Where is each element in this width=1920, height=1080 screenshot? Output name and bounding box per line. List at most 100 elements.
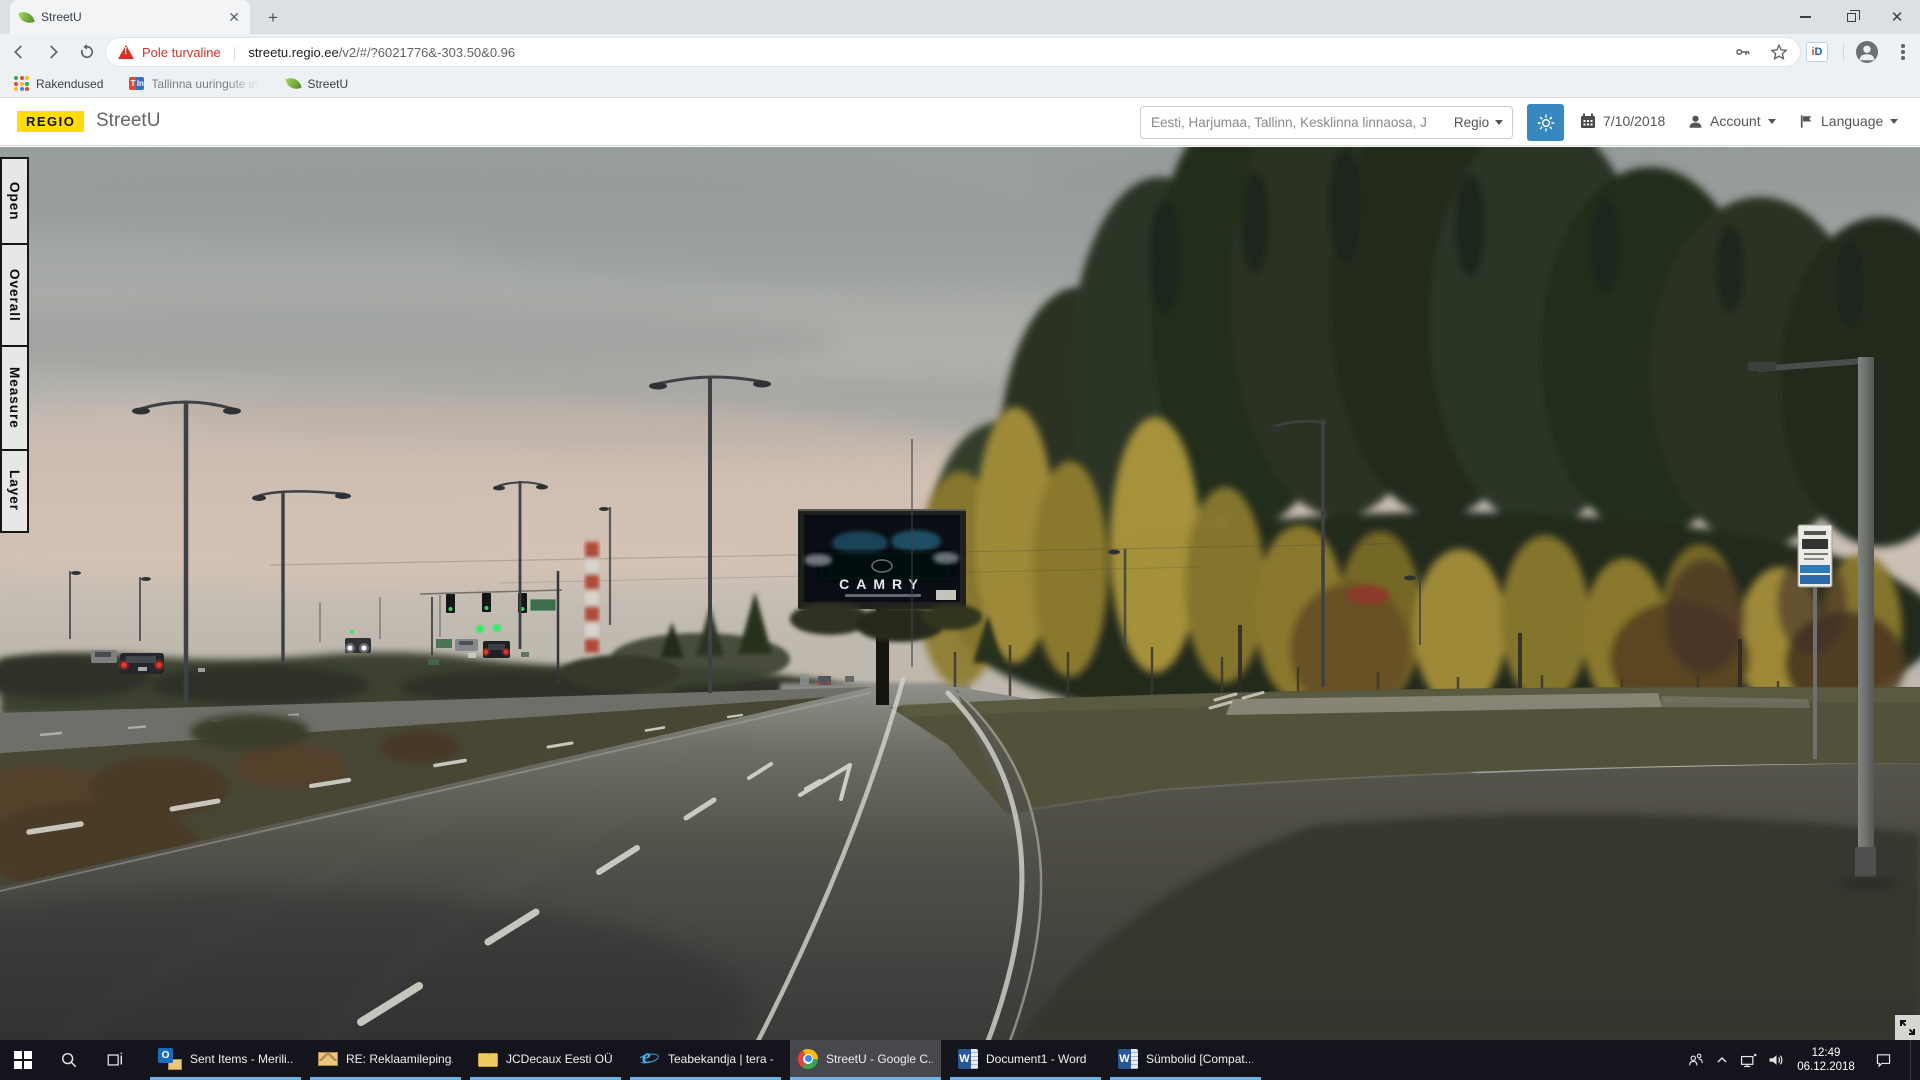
account-person-icon	[1688, 114, 1703, 129]
search-provider-button[interactable]: Regio	[1445, 106, 1513, 139]
url-separator: |	[233, 44, 237, 60]
window-restore-button[interactable]	[1828, 0, 1874, 34]
browser-menu-button[interactable]	[1893, 41, 1913, 63]
internet-explorer-icon: e	[638, 1049, 660, 1069]
url-path: /v2/#/?6021776&-303.50&0.96	[339, 45, 515, 60]
regio-logo[interactable]: REGIO	[17, 111, 84, 132]
word-icon: W	[958, 1049, 978, 1069]
language-label: Language	[1821, 113, 1883, 129]
browser-tab-streetu[interactable]: StreetU ✕	[10, 0, 250, 34]
reload-button[interactable]	[72, 37, 102, 67]
forward-icon	[44, 43, 62, 61]
tab-measure[interactable]: Measure	[0, 345, 29, 451]
taskbar-app-chrome[interactable]: StreetU - Google C...	[790, 1040, 941, 1080]
tab-open[interactable]: Open	[0, 157, 29, 245]
search-input[interactable]	[1140, 106, 1446, 139]
tab-close-icon[interactable]: ✕	[228, 10, 240, 24]
tab-overall[interactable]: Overall	[0, 243, 29, 347]
action-center-icon[interactable]	[1874, 1051, 1893, 1069]
taskbar-app-ie[interactable]: e Teabekandja | tera -...	[630, 1040, 781, 1080]
taskbar-apps: O Sent Items - Merili.... RE: Reklaamile…	[150, 1040, 1261, 1080]
calendar-icon	[1580, 113, 1596, 129]
window-controls: ✕	[1782, 0, 1920, 34]
bookmarks-bar: Rakendused Tln Tallinna uuringute inf St…	[0, 70, 1920, 98]
bookmark-label: Rakendused	[36, 77, 103, 91]
browser-toolbar: Pole turvaline | streetu.regio.ee/v2/#/?…	[0, 34, 1920, 70]
back-button[interactable]	[4, 37, 34, 67]
windows-logo-icon	[14, 1051, 32, 1069]
password-key-icon[interactable]	[1734, 43, 1752, 61]
reload-icon	[78, 43, 96, 61]
person-icon	[1856, 41, 1878, 63]
chevron-down-icon	[1768, 119, 1776, 124]
window-minimize-button[interactable]	[1782, 0, 1828, 34]
back-icon	[10, 43, 28, 61]
chrome-icon	[798, 1049, 818, 1069]
daylight-toggle-button[interactable]	[1527, 104, 1564, 141]
chevron-down-icon	[1890, 119, 1898, 124]
expand-icon	[1899, 1019, 1916, 1036]
folder-icon	[478, 1053, 498, 1067]
map-tool-tabs: Open Overall Measure Layer	[0, 159, 29, 533]
bookmark-tallinn[interactable]: Tln Tallinna uuringute inf	[129, 77, 261, 91]
tab-title: StreetU	[41, 10, 220, 24]
tray-time: 12:49	[1795, 1046, 1857, 1060]
account-menu[interactable]: Account	[1688, 113, 1776, 129]
billboard-tagline	[845, 594, 921, 597]
security-warning-icon[interactable]	[118, 45, 134, 59]
leaf-icon	[286, 75, 302, 91]
app-header: REGIO StreetU Regio	[0, 99, 1920, 146]
bookmark-label: Tallinna uuringute inf	[151, 77, 261, 91]
bookmark-star-icon[interactable]	[1770, 43, 1788, 61]
tallinn-icon: Tln	[129, 77, 144, 90]
profile-avatar[interactable]	[1856, 41, 1878, 63]
striped-marker-pole	[585, 542, 599, 668]
tray-date: 06.12.2018	[1795, 1060, 1857, 1074]
sun-icon	[1536, 113, 1556, 133]
network-icon[interactable]	[1739, 1051, 1758, 1069]
page-title: StreetU	[96, 110, 160, 132]
road-sign-green	[530, 599, 556, 611]
taskbar-clock[interactable]: 12:49 06.12.2018	[1795, 1046, 1857, 1074]
search-icon	[60, 1051, 78, 1069]
date-value: 7/10/2018	[1603, 113, 1665, 129]
apps-grid-icon	[14, 76, 29, 91]
language-menu[interactable]: Language	[1800, 113, 1898, 129]
taskbar-app-word1[interactable]: W Document1 - Word	[950, 1040, 1101, 1080]
chevron-down-icon	[1495, 120, 1503, 125]
forward-button[interactable]	[38, 37, 68, 67]
fullscreen-button[interactable]	[1895, 1015, 1920, 1040]
taskbar-app-folder[interactable]: JCDecaux Eesti OÜ-...	[470, 1040, 621, 1080]
speaker-icon[interactable]	[1767, 1051, 1786, 1069]
taskbar-app-mail[interactable]: RE: Reklaamileping...	[310, 1040, 461, 1080]
taskbar-search-button[interactable]	[46, 1040, 92, 1080]
flag-icon	[1800, 114, 1814, 129]
bookmark-apps[interactable]: Rakendused	[14, 76, 103, 91]
chevron-up-icon[interactable]	[1714, 1052, 1730, 1068]
date-picker[interactable]: 7/10/2018	[1580, 113, 1665, 129]
show-desktop-button[interactable]	[1910, 1040, 1914, 1080]
envelope-icon	[318, 1052, 338, 1066]
people-icon[interactable]	[1687, 1051, 1705, 1069]
window-close-button[interactable]: ✕	[1874, 0, 1920, 34]
start-button[interactable]	[0, 1040, 46, 1080]
security-warning-text[interactable]: Pole turvaline	[142, 45, 221, 60]
screen: StreetU ✕ + ✕ Pole turvaline | streetu.	[0, 0, 1920, 1080]
system-tray: 12:49 06.12.2018	[1687, 1040, 1920, 1080]
tab-layer[interactable]: Layer	[0, 449, 29, 533]
task-view-icon	[106, 1051, 124, 1069]
bookmark-label: StreetU	[307, 77, 348, 91]
windows-taskbar: O Sent Items - Merili.... RE: Reklaamile…	[0, 1040, 1920, 1080]
new-tab-button[interactable]: +	[262, 7, 284, 29]
outlook-icon: O	[158, 1048, 182, 1070]
task-view-button[interactable]	[92, 1040, 138, 1080]
taskbar-app-outlook[interactable]: O Sent Items - Merili....	[150, 1040, 301, 1080]
taskbar-app-word2[interactable]: W Sümbolid [Compat...	[1110, 1040, 1261, 1080]
account-label: Account	[1710, 113, 1761, 129]
street-view-panorama[interactable]: CAMRY	[0, 147, 1920, 1040]
street-scene: CAMRY	[0, 147, 1920, 1040]
address-bar[interactable]: Pole turvaline | streetu.regio.ee/v2/#/?…	[106, 38, 1800, 66]
bookmark-streetu[interactable]: StreetU	[287, 77, 348, 91]
id-extension-icon[interactable]: iD	[1806, 42, 1828, 62]
browser-tabstrip: StreetU ✕ + ✕	[0, 0, 1920, 34]
